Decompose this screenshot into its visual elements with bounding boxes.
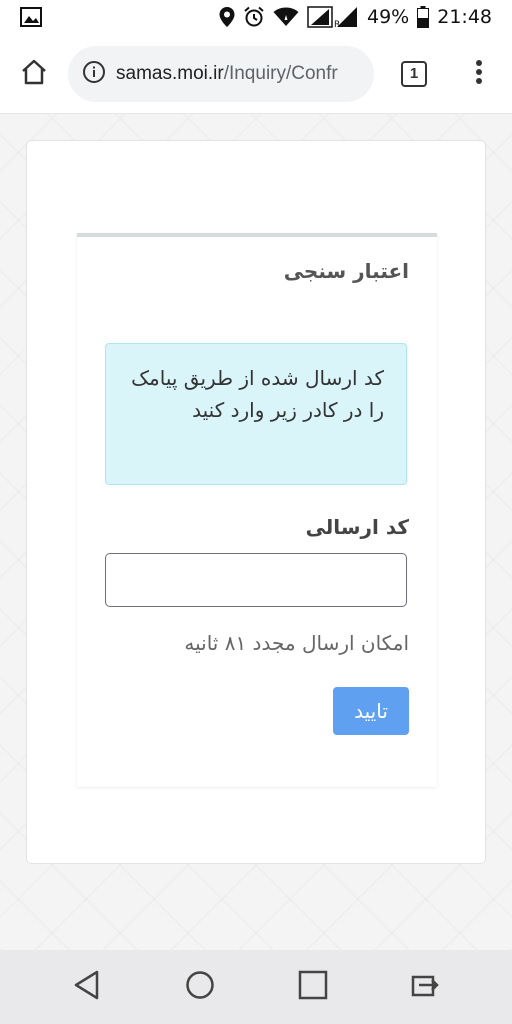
url-text: samas.moi.ir/Inquiry/Confr [116, 63, 338, 85]
tab-switcher-button[interactable]: 1 [374, 34, 454, 114]
url-host: samas.moi.ir [116, 62, 224, 84]
wifi-icon [273, 7, 299, 27]
recents-button[interactable] [283, 957, 343, 1017]
info-alert: کد ارسال شده از طریق پیامک را در کادر زی… [105, 343, 407, 485]
menu-button[interactable] [454, 34, 504, 114]
battery-icon [417, 6, 430, 28]
browser-toolbar: samas.moi.ir/Inquiry/Confr 1 [0, 34, 512, 114]
code-label: کد ارسالی [305, 515, 409, 539]
signal-icon: R [307, 6, 359, 28]
resend-countdown: امکان ارسال مجدد ۸۱ ثانیه [184, 631, 409, 655]
system-nav-bar [0, 950, 512, 1024]
recents-icon [298, 970, 328, 1004]
verification-card: اعتبار سنجی کد ارسال شده از طریق پیامک ر… [77, 233, 437, 787]
home-circle-icon [185, 970, 215, 1004]
info-icon[interactable] [82, 60, 106, 88]
code-input[interactable] [105, 553, 407, 607]
clock-text: 21:48 [437, 6, 492, 28]
switch-app-button[interactable] [396, 957, 456, 1017]
battery-text: 49% [367, 6, 410, 28]
back-button[interactable] [57, 957, 117, 1017]
confirm-button[interactable]: تایید [333, 687, 409, 735]
home-nav-button[interactable] [170, 957, 230, 1017]
home-icon [20, 58, 48, 90]
back-icon [73, 970, 101, 1004]
alarm-icon [243, 6, 265, 28]
address-bar[interactable]: samas.moi.ir/Inquiry/Confr [68, 45, 374, 102]
page-content: اعتبار سنجی کد ارسال شده از طریق پیامک ر… [0, 114, 512, 950]
home-button[interactable] [0, 34, 68, 114]
url-path: /Inquiry/Confr [223, 62, 338, 84]
outer-card: اعتبار سنجی کد ارسال شده از طریق پیامک ر… [26, 140, 486, 864]
location-icon [219, 7, 235, 27]
card-title: اعتبار سنجی [283, 259, 409, 283]
svg-text:R: R [334, 20, 340, 28]
status-bar: R 49% 21:48 [0, 0, 512, 34]
tab-count: 1 [401, 60, 427, 87]
menu-dots-icon [475, 59, 483, 89]
image-icon [20, 7, 42, 27]
switch-app-icon [409, 971, 443, 1003]
